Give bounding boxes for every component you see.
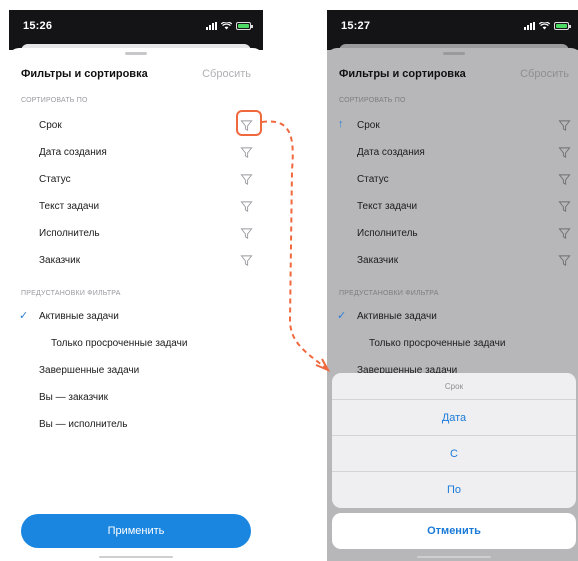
sort-row-status: Статус: [327, 170, 578, 190]
sort-row-label: Исполнитель: [357, 228, 418, 239]
home-indicator: [417, 556, 491, 558]
reset-button: Сбросить: [520, 68, 569, 80]
sort-row-deadline[interactable]: Срок: [9, 110, 263, 136]
funnel-icon: [558, 174, 571, 185]
preset-row-you-customer[interactable]: Вы — заказчик: [9, 388, 263, 408]
preset-section-label: ПРЕДУСТАНОВКИ ФИЛЬТРА: [21, 290, 121, 297]
action-sheet-title: Срок: [332, 373, 576, 400]
sort-row-customer[interactable]: Заказчик: [9, 251, 263, 271]
preset-row-completed[interactable]: Завершенные задачи: [9, 361, 263, 381]
sort-row-task-text: Текст задачи: [327, 197, 578, 217]
funnel-icon: [558, 228, 571, 239]
filter-sheet: Фильтры и сортировка Сбросить СОРТИРОВАТ…: [9, 48, 263, 561]
sort-row-label: Срок: [39, 120, 62, 131]
action-option-to[interactable]: По: [332, 472, 576, 508]
wifi-icon: [539, 22, 550, 30]
wifi-icon: [221, 22, 232, 30]
preset-row-label: Вы — исполнитель: [39, 419, 128, 430]
sort-row-label: Исполнитель: [39, 228, 100, 239]
status-icons: [524, 22, 571, 30]
phone-screen-right: 15:27 Фильтры и сортировка Сбросить СОРТ…: [327, 10, 578, 561]
funnel-icon: [558, 147, 571, 158]
battery-icon: [554, 22, 571, 30]
sheet-title: Фильтры и сортировка: [339, 68, 466, 80]
funnel-icon[interactable]: [240, 227, 253, 240]
funnel-icon: [558, 255, 571, 266]
preset-row-label: Активные задачи: [357, 311, 437, 322]
sort-row-status[interactable]: Статус: [9, 170, 263, 190]
signal-icon: [206, 22, 217, 30]
funnel-icon: [558, 201, 571, 212]
checkmark-icon: ✓: [19, 310, 29, 322]
sort-section-label: СОРТИРОВАТЬ ПО: [21, 97, 88, 104]
sort-row-assignee[interactable]: Исполнитель: [9, 224, 263, 244]
sort-row-task-text[interactable]: Текст задачи: [9, 197, 263, 217]
preset-row-label: Активные задачи: [39, 311, 119, 322]
sort-row-created: Дата создания: [327, 143, 578, 163]
sort-row-assignee: Исполнитель: [327, 224, 578, 244]
funnel-icon[interactable]: [240, 200, 253, 213]
sheet-title: Фильтры и сортировка: [21, 68, 148, 80]
reset-button[interactable]: Сбросить: [202, 68, 251, 80]
funnel-icon[interactable]: [240, 146, 253, 159]
preset-row-active[interactable]: ✓ Активные задачи: [9, 307, 263, 327]
preset-row-label: Только просроченные задачи: [369, 338, 506, 349]
preset-row-you-assignee[interactable]: Вы — исполнитель: [9, 415, 263, 435]
sort-row-label: Статус: [357, 174, 389, 185]
battery-icon: [236, 22, 253, 30]
sheet-grabber: [443, 52, 465, 55]
sort-row-label: Срок: [357, 120, 380, 131]
home-indicator: [99, 556, 173, 558]
sort-row-created[interactable]: Дата создания: [9, 143, 263, 163]
action-sheet: Срок Дата С По: [332, 373, 576, 508]
cancel-button[interactable]: Отменить: [332, 513, 576, 549]
preset-section-label: ПРЕДУСТАНОВКИ ФИЛЬТРА: [339, 290, 439, 297]
action-option-from[interactable]: С: [332, 436, 576, 472]
sort-section-label: СОРТИРОВАТЬ ПО: [339, 97, 406, 104]
sort-row-customer: Заказчик: [327, 251, 578, 271]
arrow-up-icon: ↑: [338, 118, 344, 130]
preset-row-label: Только просроченные задачи: [51, 338, 188, 349]
phone-screen-left: 15:26 Фильтры и сортировка Сбросить СОРТ…: [9, 10, 263, 561]
funnel-icon[interactable]: [240, 254, 253, 267]
sort-row-label: Статус: [39, 174, 71, 185]
sort-row-label: Текст задачи: [357, 201, 418, 212]
preset-row-overdue: Только просроченные задачи: [327, 334, 578, 354]
status-time: 15:26: [23, 20, 53, 32]
status-time: 15:27: [341, 20, 371, 32]
sort-row-label: Дата создания: [357, 147, 425, 158]
signal-icon: [524, 22, 535, 30]
preset-row-label: Завершенные задачи: [39, 365, 140, 376]
sheet-grabber[interactable]: [125, 52, 147, 55]
preset-row-overdue[interactable]: Только просроченные задачи: [9, 334, 263, 354]
sort-row-label: Дата создания: [39, 147, 107, 158]
sort-row-deadline: ↑ Срок: [327, 116, 578, 136]
funnel-icon[interactable]: [240, 119, 253, 132]
sort-row-label: Заказчик: [357, 255, 399, 266]
preset-row-active: ✓ Активные задачи: [327, 307, 578, 327]
sort-row-label: Текст задачи: [39, 201, 100, 212]
preset-row-label: Вы — заказчик: [39, 392, 109, 403]
funnel-icon[interactable]: [240, 173, 253, 186]
apply-button[interactable]: Применить: [21, 514, 251, 548]
status-icons: [206, 22, 253, 30]
action-option-date[interactable]: Дата: [332, 400, 576, 436]
funnel-icon: [558, 120, 571, 131]
sort-row-label: Заказчик: [39, 255, 81, 266]
checkmark-icon: ✓: [337, 310, 347, 322]
